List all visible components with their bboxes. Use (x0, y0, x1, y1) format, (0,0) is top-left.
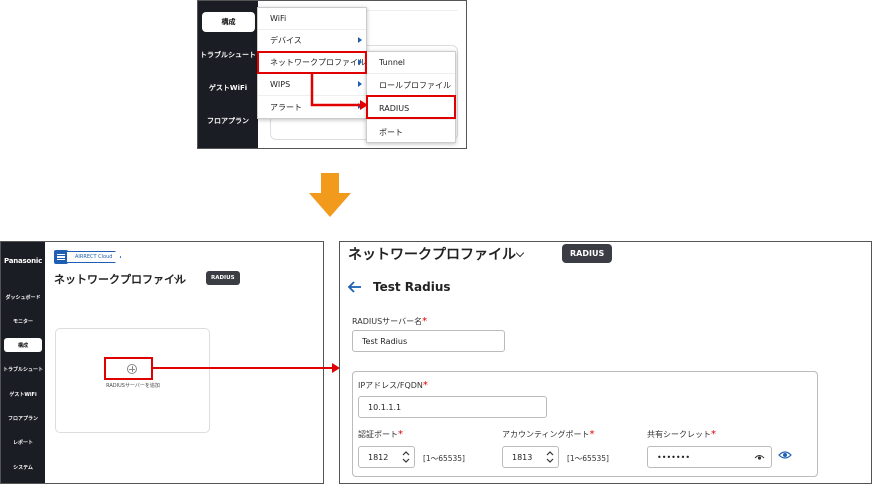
auth-port-range: [1〜65535] (423, 454, 465, 463)
label-text: RADIUSサーバー名 (352, 317, 423, 326)
chevron-down-icon[interactable] (515, 248, 525, 258)
add-radius-label: RADIUSサーバーを追加 (106, 383, 160, 389)
back-arrow-icon[interactable] (348, 280, 362, 294)
sidebar-item-floor-plan[interactable]: フロアプラン (198, 116, 258, 126)
highlight-network-profile (257, 51, 367, 74)
ip-input[interactable]: 10.1.1.1 (358, 396, 547, 418)
label-text: アカウンティングポート (502, 430, 590, 439)
profile-type-badge: RADIUS (562, 244, 613, 263)
acct-port-stepper[interactable]: 1813 (502, 446, 559, 468)
sidebar-item-reports[interactable]: レポート (1, 439, 45, 446)
label-text: 共有シークレット (647, 430, 711, 439)
profile-type-badge: RADIUS (206, 271, 240, 285)
required-mark: * (398, 429, 403, 440)
required-mark: * (422, 380, 428, 391)
acct-port-range: [1〜65535] (567, 454, 609, 463)
server-name-label: RADIUSサーバー名* (352, 316, 427, 327)
main-sidebar: Panasonic ダッシュボード モニター 構成 トラブルシュート ゲストWi… (1, 242, 45, 483)
hamburger-menu-icon[interactable] (54, 250, 68, 264)
cloud-tag: AIRRECT Cloud (67, 251, 122, 263)
stepper-value: 1812 (368, 452, 389, 462)
auth-port-stepper[interactable]: 1812 (358, 446, 415, 468)
label-text: 認証ポート (358, 430, 398, 439)
submenu-item-tunnel[interactable]: Tunnel (367, 52, 455, 74)
highlight-add-button (104, 357, 153, 380)
required-mark: * (589, 429, 595, 440)
menu-item-label: WiFi (270, 14, 287, 23)
submenu-arrow-icon (358, 37, 362, 43)
stepper-value: 1813 (512, 452, 533, 462)
sidebar-item-configure[interactable]: 構成 (4, 338, 42, 352)
menu-item-label: WIPS (270, 80, 291, 89)
menu-item-label: デバイス (270, 36, 302, 45)
top-sidebar: 構成 トラブルシュート ゲストWiFi フロアプラン (198, 1, 258, 148)
label-text: IPアドレス/FQDN (358, 381, 423, 390)
sidebar-item-troubleshoot[interactable]: トラブルシュート (198, 50, 258, 60)
ip-label: IPアドレス/FQDN* (358, 380, 428, 391)
submenu-item-port[interactable]: ポート (367, 121, 455, 143)
sidebar-item-troubleshoot[interactable]: トラブルシュート (1, 366, 45, 373)
spinner-icon[interactable] (402, 450, 410, 464)
add-radius-card[interactable] (55, 328, 210, 433)
sidebar-item-guest-wifi[interactable]: ゲストWiFi (1, 391, 45, 398)
spinner-icon[interactable] (546, 450, 554, 464)
acct-port-label: アカウンティングポート* (502, 429, 595, 440)
brand-logo: Panasonic (3, 257, 43, 265)
server-settings-group: IPアドレス/FQDN* 10.1.1.1 認証ポート* 1812 [1〜655… (352, 371, 818, 477)
page-title[interactable]: ネットワークプロファイル (348, 244, 516, 264)
sidebar-item-system[interactable]: システム (1, 464, 45, 471)
flow-arrow-icon (152, 363, 340, 373)
down-arrow-icon (309, 173, 351, 217)
form-heading: Test Radius (373, 280, 451, 294)
menu-item-devices[interactable]: デバイス (258, 30, 366, 52)
sidebar-item-dashboard[interactable]: ダッシュボード (1, 294, 45, 301)
sidebar-item-guest-wifi[interactable]: ゲストWiFi (198, 83, 258, 93)
page-title[interactable]: ネットワークプロファイル (54, 271, 186, 287)
secret-label: 共有シークレット* (647, 429, 716, 440)
required-mark: * (422, 316, 428, 327)
masked-value: ••••••• (657, 452, 691, 462)
flow-arrow-icon (310, 72, 368, 110)
radius-form-panel: ネットワークプロファイル RADIUS Test Radius RADIUSサー… (339, 241, 872, 484)
server-name-input[interactable]: Test Radius (352, 330, 505, 352)
menu-item-wifi[interactable]: WiFi (258, 8, 366, 30)
sidebar-item-floor-plan[interactable]: フロアプラン (1, 415, 45, 422)
auth-port-label: 認証ポート* (358, 429, 403, 440)
eye-off-icon[interactable] (754, 453, 765, 462)
highlight-radius (366, 95, 456, 119)
shared-secret-input[interactable]: ••••••• (647, 446, 772, 468)
sidebar-item-configure[interactable]: 構成 (202, 12, 255, 32)
sidebar-item-monitor[interactable]: モニター (1, 318, 45, 325)
submenu-item-role-profile[interactable]: ロールプロファイル (367, 75, 455, 97)
menu-item-label: アラート (270, 102, 302, 112)
required-mark: * (711, 429, 716, 440)
show-secret-icon[interactable] (778, 450, 792, 460)
